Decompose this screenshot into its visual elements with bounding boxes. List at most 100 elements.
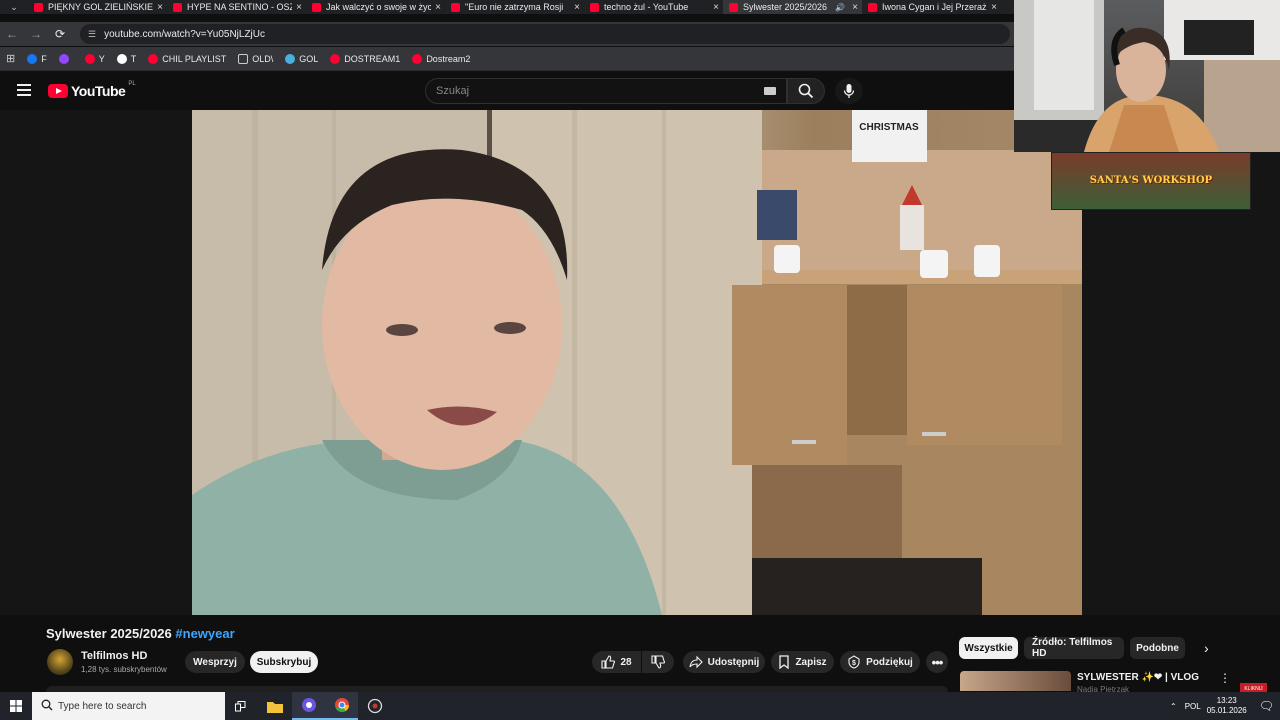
file-explorer-button[interactable] <box>258 692 291 720</box>
url-text: youtube.com/watch?v=Yu05NjLZjUc <box>104 28 265 40</box>
keyboard-icon[interactable] <box>764 87 776 95</box>
tab-title: HYPE NA SENTINO - OSZ <box>187 2 292 12</box>
channel-avatar[interactable] <box>47 649 73 675</box>
chip-label: Źródło: Telfilmos HD <box>1032 637 1113 659</box>
chip-source[interactable]: Źródło: Telfilmos HD <box>1024 637 1124 659</box>
input-language[interactable]: POL <box>1185 702 1201 711</box>
channel-name[interactable]: Telfilmos HD <box>81 650 147 662</box>
recommendation-thumbnail[interactable] <box>960 671 1071 691</box>
voice-search-button[interactable] <box>835 78 863 104</box>
site-info-icon[interactable]: ☰ <box>88 29 96 40</box>
close-tab-icon[interactable]: × <box>987 2 1001 13</box>
recommendation-more-vertical-icon[interactable]: ⋮ <box>1219 671 1231 685</box>
recommendation-title[interactable]: SYLWESTER ✨❤ | VLOG <box>1077 672 1199 683</box>
clock[interactable]: 13:23 05.01.2026 <box>1207 696 1247 716</box>
youtube-icon <box>330 53 341 64</box>
youtube-logo[interactable]: YouTube PL <box>48 81 136 99</box>
bookmarks-bar: ⊞ F Y T CHIL PLAYLIST OLD\ GOL DOSTREAM1 Dostre… <box>0 47 1014 71</box>
thanks-button[interactable]: $ Podziękuj <box>840 651 920 673</box>
system-tray: ⌃ POL 13:23 05.01.2026 🗨 <box>1170 692 1280 720</box>
browser-tab[interactable]: techno żul - YouTube × <box>584 0 723 14</box>
address-bar: ← → ⟳ ☰ youtube.com/watch?v=Yu05NjLZjUc <box>0 22 1014 46</box>
save-button-label: Zapisz <box>795 656 827 668</box>
chip-related[interactable]: Podobne <box>1130 637 1185 659</box>
youtube-play-icon <box>48 84 68 98</box>
share-button-label: Udostępnij <box>707 656 760 668</box>
tab-title: techno żul - YouTube <box>604 2 689 12</box>
bookmark-item[interactable]: OLD\ <box>238 53 274 64</box>
bookmark-label: GOL <box>299 53 319 64</box>
taskbar-app-chrome[interactable] <box>325 692 358 720</box>
dislike-button[interactable] <box>642 651 674 673</box>
youtube-region-label: PL <box>128 81 136 87</box>
close-tab-icon[interactable]: × <box>709 2 723 13</box>
apps-grid-icon[interactable]: ⊞ <box>6 52 15 65</box>
search-icon <box>798 83 814 99</box>
more-actions-button[interactable]: ••• <box>926 651 948 673</box>
reload-button[interactable]: ⟳ <box>48 27 72 41</box>
browser-tab[interactable]: HYPE NA SENTINO - OSZ × <box>167 0 306 14</box>
task-view-button[interactable] <box>225 692 258 720</box>
search-input[interactable]: Szukaj <box>425 78 787 104</box>
bookmark-item[interactable] <box>58 53 73 64</box>
chip-label: Podobne <box>1136 642 1179 654</box>
christmas-sign-text: CHRISTMAS <box>859 122 919 133</box>
browser-tab[interactable]: Jak walczyć o swoje w życ × <box>306 0 445 14</box>
app-icon <box>301 698 316 712</box>
bookmark-item[interactable]: GOL <box>285 53 319 64</box>
close-tab-icon[interactable]: × <box>570 2 584 13</box>
taskbar-app-extra[interactable] <box>358 692 391 720</box>
back-button[interactable]: ← <box>0 27 24 41</box>
share-arrow-icon <box>689 655 703 669</box>
taskbar-search-placeholder: Type here to search <box>58 700 147 712</box>
tab-title: Iwona Cygan i Jej Przeraż <box>882 2 987 12</box>
url-field[interactable]: ☰ youtube.com/watch?v=Yu05NjLZjUc <box>80 24 1010 44</box>
browser-tab[interactable]: "Euro nie zatrzyma Rosji × <box>445 0 584 14</box>
stream-overlay-banner: SANTA'S WORKSHOP <box>1051 152 1251 210</box>
video-frame[interactable]: CHRISTMAS <box>192 110 1082 615</box>
save-button[interactable]: Zapisz <box>771 651 834 673</box>
taskbar-search-input[interactable]: Type here to search <box>32 692 225 720</box>
bookmark-item[interactable]: Y <box>84 53 105 64</box>
start-button[interactable] <box>0 692 32 720</box>
close-tab-icon[interactable]: × <box>431 2 445 13</box>
speaker-icon[interactable]: 🔊 <box>835 3 845 12</box>
tab-search-chevron-icon[interactable]: ⌄ <box>0 0 28 14</box>
bookmark-item[interactable]: Dostream2 <box>412 53 471 64</box>
task-view-icon <box>235 700 246 711</box>
browser-tab[interactable]: Sylwester 2025/2026 🔊 × <box>723 0 862 14</box>
chip-all[interactable]: Wszystkie <box>959 637 1018 659</box>
bookmark-item[interactable]: T <box>116 53 137 64</box>
support-button[interactable]: Wesprzyj <box>185 651 245 673</box>
subscribe-button[interactable]: Subskrybuj <box>250 651 318 673</box>
app-icon <box>367 698 382 714</box>
tray-overflow-chevron-icon[interactable]: ⌃ <box>1170 702 1177 711</box>
bookmark-label: Y <box>98 53 105 64</box>
bookmark-item[interactable]: F <box>27 53 47 64</box>
thanks-button-label: Podziękuj <box>866 656 913 668</box>
bookmark-item[interactable]: DOSTREAM1 <box>330 53 400 64</box>
browser-tab[interactable]: PIĘKNY GOL ZIELIŃSKIEGO× <box>28 0 167 14</box>
taskbar-app-obs[interactable] <box>292 692 325 720</box>
forward-button[interactable]: → <box>24 27 48 41</box>
bookmark-label: T <box>130 53 137 64</box>
close-tab-icon[interactable]: × <box>153 2 167 13</box>
thanks-dollar-icon: $ <box>848 655 860 669</box>
notifications-icon[interactable]: 🗨 <box>1259 699 1274 713</box>
chevron-right-icon[interactable]: › <box>1204 640 1209 656</box>
close-tab-icon[interactable]: × <box>848 2 862 13</box>
bookmark-label: OLD\ <box>252 53 274 64</box>
search-icon <box>41 699 53 711</box>
share-button[interactable]: Udostępnij <box>683 651 765 673</box>
close-tab-icon[interactable]: × <box>292 2 306 13</box>
tab-title: "Euro nie zatrzyma Rosji <box>465 2 564 12</box>
bookmark-item[interactable]: CHIL PLAYLIST <box>148 53 226 64</box>
browser-tab[interactable]: Iwona Cygan i Jej Przeraż × <box>862 0 1001 14</box>
video-title-text: Sylwester 2025/2026 <box>46 626 172 641</box>
video-hashtag-link[interactable]: #newyear <box>175 626 234 641</box>
like-button[interactable]: 28 <box>592 651 641 673</box>
thumbs-up-icon <box>601 655 616 669</box>
search-button[interactable] <box>787 78 825 104</box>
bookmark-label: Dostream2 <box>426 53 471 64</box>
menu-hamburger-icon[interactable] <box>17 84 31 96</box>
